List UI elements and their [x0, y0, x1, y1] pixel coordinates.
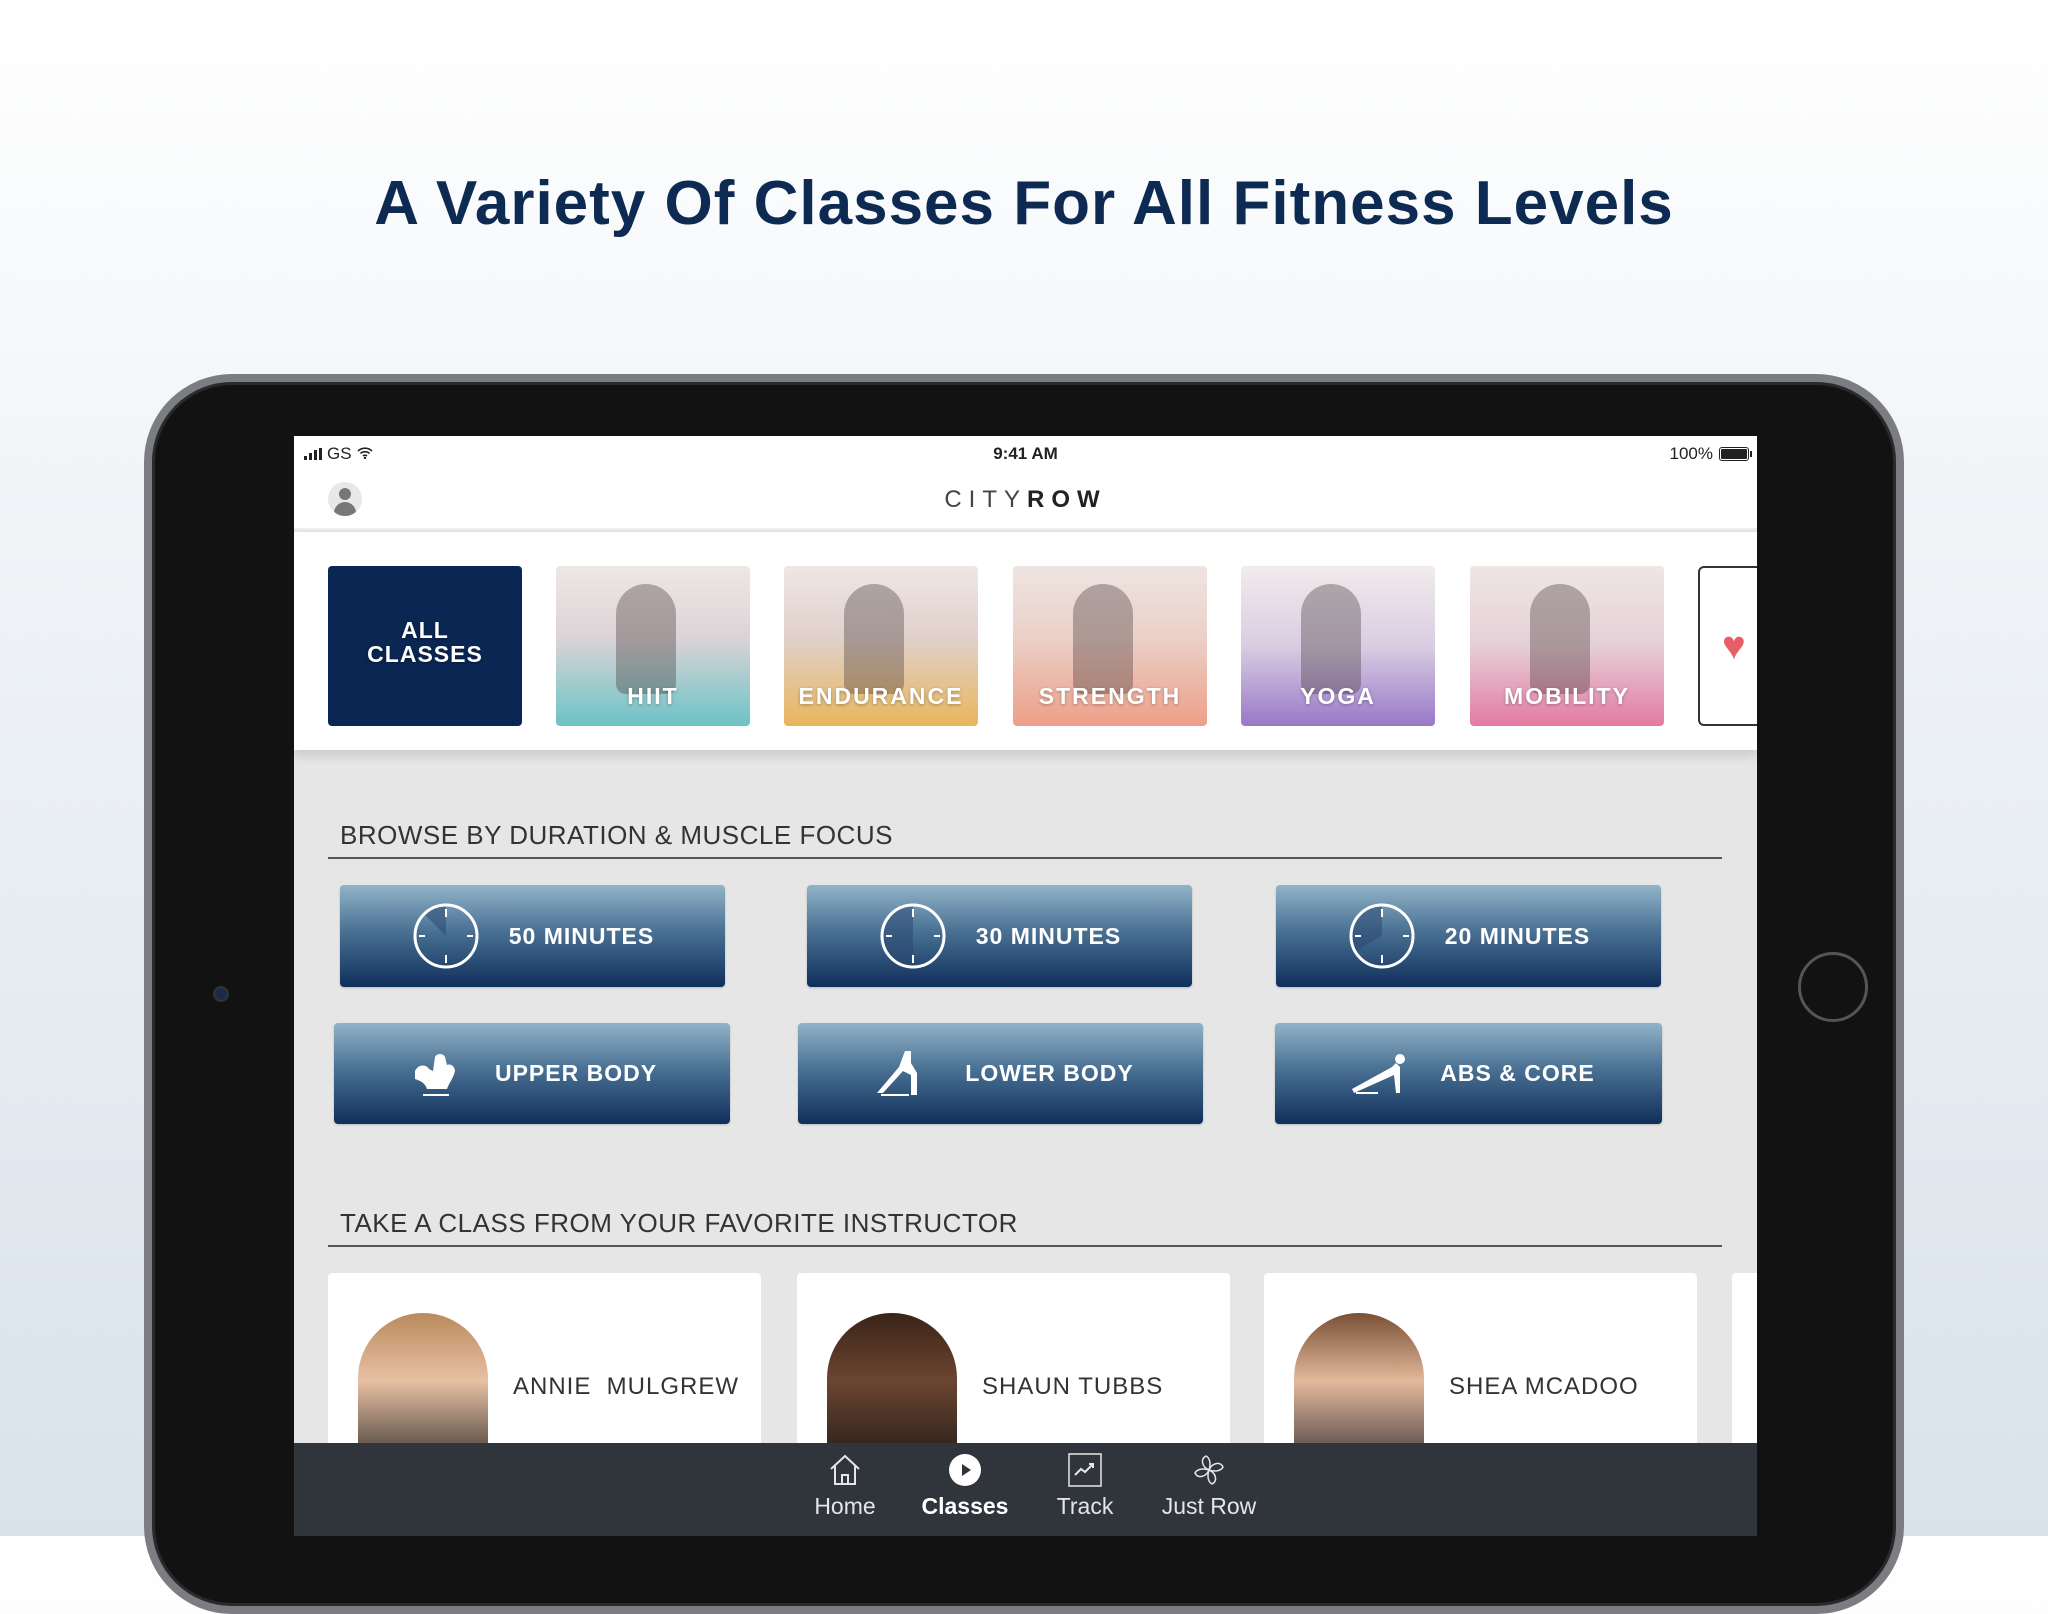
- heart-icon: ♥: [1722, 624, 1746, 668]
- app-header: CITYROW: [294, 470, 1757, 530]
- flex-arm-icon: [414, 1053, 455, 1096]
- tab-label: Just Row: [1161, 1493, 1257, 1519]
- logo-light: CITY: [944, 486, 1027, 513]
- tab-label: Home: [814, 1493, 876, 1519]
- tab-home[interactable]: Home: [790, 1453, 900, 1520]
- duration-30-button[interactable]: 30 MINUTES: [807, 885, 1192, 987]
- category-photo: [1301, 584, 1361, 694]
- tab-track[interactable]: Track: [1030, 1453, 1140, 1520]
- clock-30-icon: [880, 903, 946, 969]
- category-photo: [1073, 584, 1133, 694]
- battery-icon: [1719, 447, 1752, 461]
- upper-body-button[interactable]: UPPER BODY: [334, 1023, 730, 1124]
- button-label: 50 MINUTES: [508, 922, 655, 949]
- tab-just-row[interactable]: Just Row: [1149, 1453, 1269, 1520]
- category-label: HIIT: [627, 683, 679, 709]
- category-photo: [844, 584, 904, 694]
- category-mobility[interactable]: MOBILITY: [1470, 566, 1664, 726]
- tab-label: Classes: [921, 1493, 1009, 1519]
- duration-20-button[interactable]: 20 MINUTES: [1276, 885, 1661, 987]
- category-carousel: ALL CLASSES HIIT ENDURANCE STRENGTH YOGA …: [294, 532, 1757, 750]
- button-label: LOWER BODY: [965, 1060, 1134, 1086]
- rower-fan-icon: [1194, 1455, 1224, 1485]
- status-bar: GS 9:41 AM 100%: [294, 436, 1757, 470]
- button-label: UPPER BODY: [494, 1060, 658, 1086]
- category-label-line2: CLASSES: [367, 641, 483, 667]
- marketing-headline: A Variety Of Classes For All Fitness Lev…: [374, 169, 1674, 238]
- instructor-name: SHEA MCADOO: [1449, 1373, 1639, 1400]
- category-all-classes[interactable]: ALL CLASSES: [328, 566, 522, 726]
- button-label: ABS & CORE: [1440, 1060, 1595, 1086]
- category-label: YOGA: [1300, 683, 1376, 709]
- category-label: ENDURANCE: [798, 683, 964, 709]
- category-favorites[interactable]: ♥: [1698, 566, 1757, 726]
- category-label: STRENGTH: [1038, 683, 1182, 709]
- front-camera: [213, 986, 229, 1002]
- app-screen: GS 9:41 AM 100% CITYROW ALL CLASSES HIIT …: [294, 436, 1757, 1536]
- instructor-divider: [328, 1245, 1722, 1247]
- trend-chart-icon: [1068, 1453, 1102, 1487]
- play-circle-icon: [949, 1454, 981, 1486]
- button-label: 30 MINUTES: [975, 922, 1122, 949]
- tab-classes[interactable]: Classes: [910, 1453, 1020, 1520]
- cityrow-logo: CITYROW: [294, 486, 1757, 514]
- tab-label: Track: [1056, 1493, 1114, 1519]
- logo-bold: ROW: [1027, 486, 1107, 513]
- home-hardware-button[interactable]: [1798, 952, 1868, 1022]
- category-yoga[interactable]: YOGA: [1241, 566, 1435, 726]
- home-icon: [830, 1454, 860, 1485]
- instructor-section-title: TAKE A CLASS FROM YOUR FAVORITE INSTRUCT…: [340, 1208, 1018, 1238]
- instructor-name: SHAUN TUBBS: [982, 1373, 1164, 1400]
- tab-bar: Home Classes Track Just Row: [294, 1443, 1757, 1536]
- browse-section-title: BROWSE BY DURATION & MUSCLE FOCUS: [340, 820, 893, 850]
- category-photo: [1530, 584, 1590, 694]
- category-hiit[interactable]: HIIT: [556, 566, 750, 726]
- clock: 9:41 AM: [993, 444, 1058, 463]
- lower-body-button[interactable]: LOWER BODY: [798, 1023, 1203, 1124]
- category-strength[interactable]: STRENGTH: [1013, 566, 1207, 726]
- battery-percent: 100%: [1669, 444, 1713, 463]
- category-photo: [616, 584, 676, 694]
- clock-20-icon: [1349, 903, 1415, 969]
- browse-divider: [328, 857, 1722, 859]
- category-label: ALL CLASSES: [328, 618, 522, 666]
- clock-50-icon: [413, 903, 479, 969]
- category-label-line1: ALL: [401, 617, 449, 643]
- lunge-icon: [877, 1050, 918, 1096]
- abs-core-button[interactable]: ABS & CORE: [1275, 1023, 1662, 1124]
- duration-50-button[interactable]: 50 MINUTES: [340, 885, 725, 987]
- category-label: MOBILITY: [1504, 683, 1630, 709]
- category-endurance[interactable]: ENDURANCE: [784, 566, 978, 726]
- button-label: 20 MINUTES: [1444, 922, 1591, 949]
- plank-icon: [1352, 1053, 1406, 1094]
- instructor-name: ANNIE MULGREW: [513, 1373, 740, 1400]
